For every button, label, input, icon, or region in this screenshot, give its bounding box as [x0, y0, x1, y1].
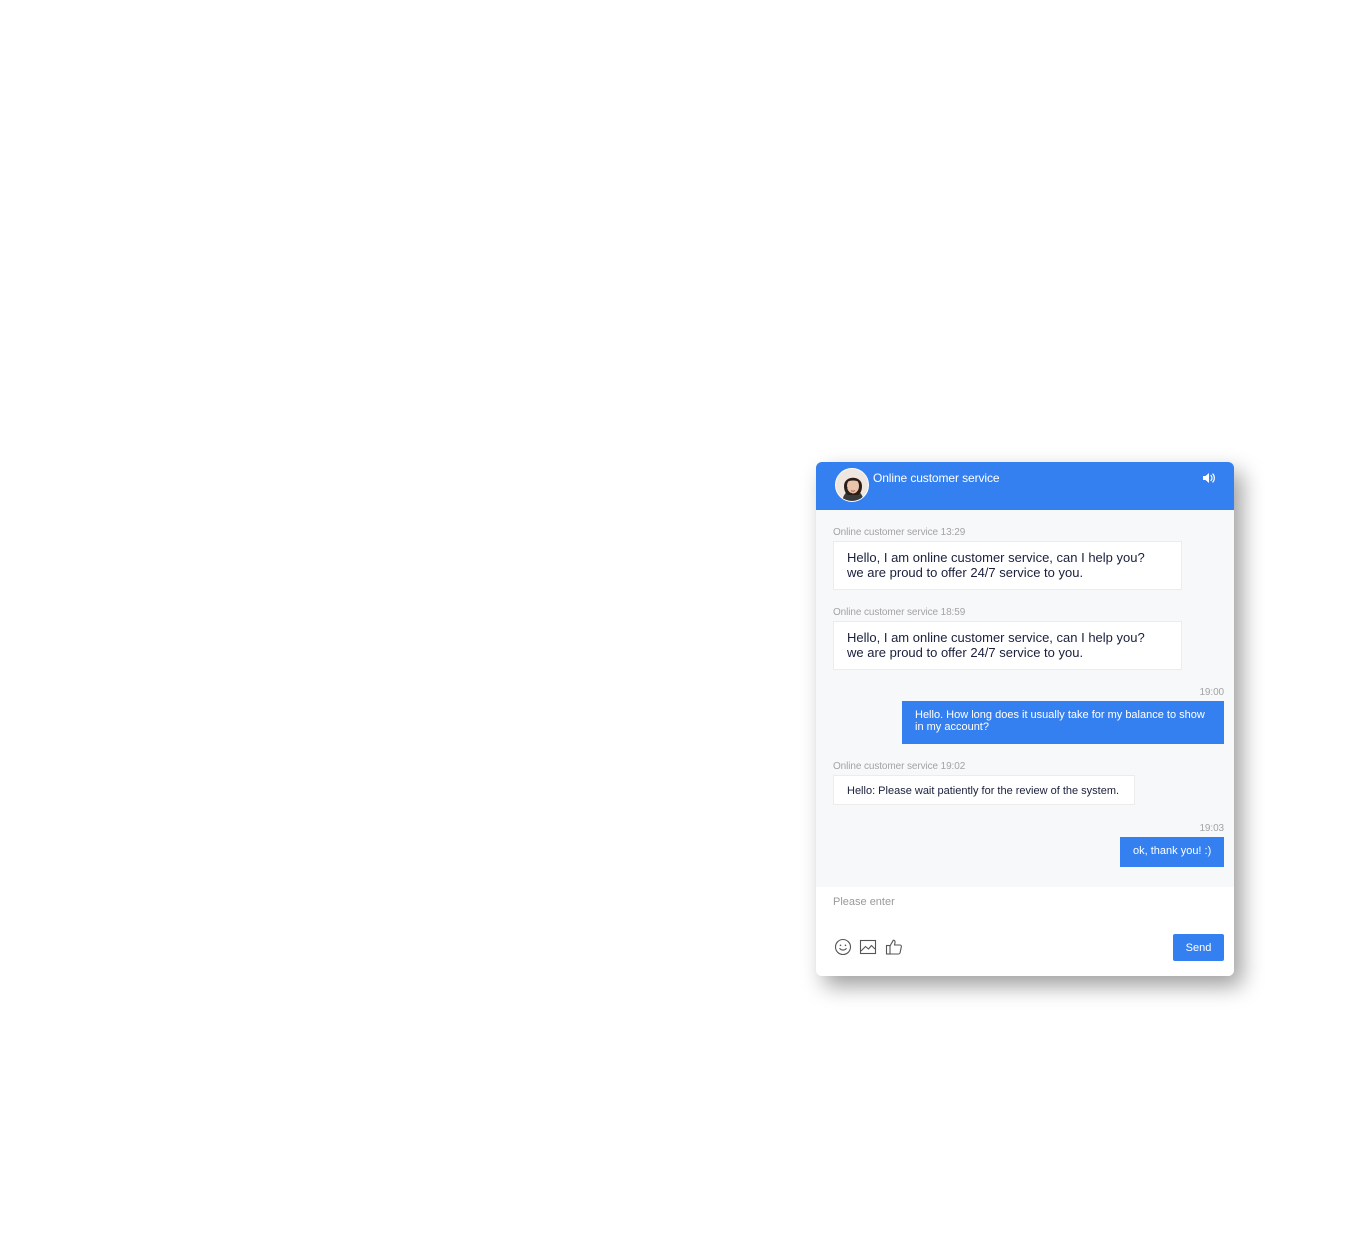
- message-meta: 19:00: [1199, 687, 1224, 698]
- incoming-message: Hello: Please wait patiently for the rev…: [833, 775, 1135, 805]
- message-line: Hello, I am online customer service, can…: [847, 550, 1145, 565]
- message-line: we are proud to offer 24/7 service to yo…: [847, 645, 1084, 660]
- incoming-message: Hello, I am online customer service, can…: [833, 621, 1182, 670]
- speaker-icon-glyph: [1203, 473, 1215, 483]
- message-meta: Online customer service 19:02: [833, 761, 966, 772]
- message-line: in my account?: [915, 721, 989, 733]
- message-meta: Online customer service 18:59: [833, 607, 966, 618]
- message-list[interactable]: Online customer service 13:29 Hello, I a…: [816, 510, 1234, 887]
- image-icon[interactable]: [859, 938, 877, 956]
- message-line: Hello. How long does it usually take for…: [915, 709, 1205, 721]
- incoming-message: Hello, I am online customer service, can…: [833, 541, 1182, 590]
- message-line: we are proud to offer 24/7 service to yo…: [847, 565, 1084, 580]
- header-title: Online customer service: [873, 471, 1000, 485]
- image-icon-glyph: [859, 939, 877, 955]
- composer: Send: [816, 887, 1234, 976]
- thumbs-up-icon[interactable]: [885, 938, 903, 956]
- message-line: Hello, I am online customer service, can…: [847, 630, 1145, 645]
- emoji-icon-glyph: [834, 938, 852, 956]
- chat-header: Online customer service: [816, 462, 1234, 510]
- message-meta: Online customer service 13:29: [833, 527, 966, 538]
- outgoing-message: ok, thank you! :): [1120, 837, 1224, 867]
- outgoing-message: Hello. How long does it usually take for…: [902, 701, 1224, 744]
- emoji-icon[interactable]: [834, 938, 852, 956]
- thumbs-up-icon-glyph: [885, 939, 902, 955]
- message-meta: 19:03: [1199, 823, 1224, 834]
- agent-avatar: [835, 468, 869, 502]
- message-input[interactable]: [833, 891, 1213, 913]
- speaker-icon[interactable]: [1202, 471, 1216, 485]
- avatar-image: [836, 469, 868, 501]
- chat-widget: Online customer service Online customer …: [816, 462, 1234, 976]
- send-button[interactable]: Send: [1173, 934, 1224, 961]
